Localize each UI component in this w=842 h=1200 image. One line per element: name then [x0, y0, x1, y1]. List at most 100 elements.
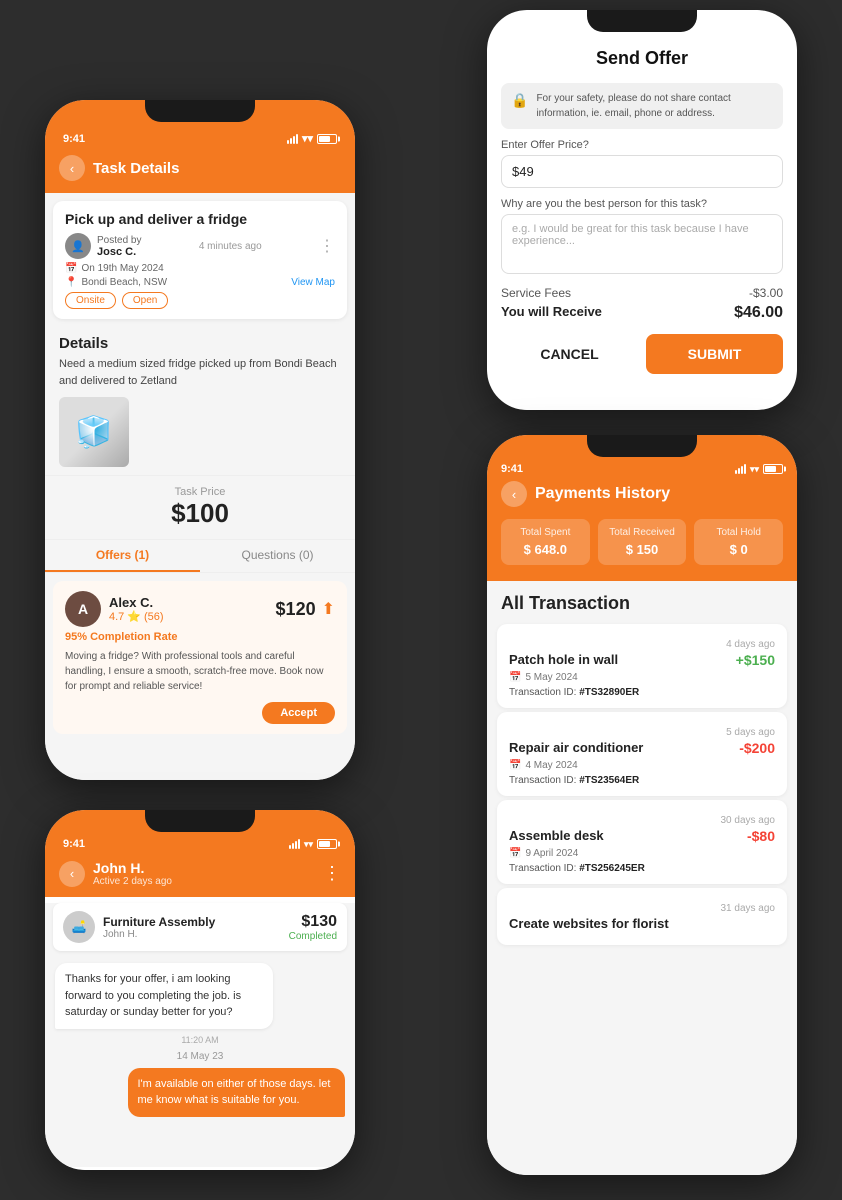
- battery-icon: [317, 134, 337, 144]
- you-receive-value: $46.00: [734, 304, 783, 322]
- notch: [587, 435, 697, 457]
- total-spent-value: $ 648.0: [511, 542, 580, 557]
- payments-title: Payments History: [535, 485, 670, 503]
- stat-total-hold: Total Hold $ 0: [694, 519, 783, 565]
- submit-button[interactable]: SUBMIT: [646, 334, 783, 374]
- calendar-icon: 📅: [509, 672, 521, 683]
- chat-user-status: Active 2 days ago: [93, 876, 315, 887]
- txn-title: Patch hole in wall: [509, 652, 618, 667]
- completion-label: Completion Rate: [90, 631, 177, 643]
- price-label: Task Price: [55, 486, 345, 498]
- signal-icon: [735, 464, 746, 474]
- total-hold-value: $ 0: [704, 542, 773, 557]
- you-receive-label: You will Receive: [501, 304, 602, 322]
- task-time-ago: 4 minutes ago: [199, 241, 262, 252]
- txn-id-value: #TS32890ER: [579, 687, 639, 698]
- up-arrow-icon[interactable]: ⬆: [322, 599, 335, 619]
- calendar-icon: 📅: [509, 760, 521, 771]
- tab-questions[interactable]: Questions (0): [200, 540, 355, 572]
- signal-icon: [287, 134, 298, 144]
- back-button[interactable]: ‹: [501, 481, 527, 507]
- stat-total-spent: Total Spent $ 648.0: [501, 519, 590, 565]
- wifi-icon: ▾▾: [304, 839, 313, 850]
- phone-chat: 9:41 ▾▾ ‹ John H. Active 2 days ago ⋮: [45, 810, 355, 1170]
- service-fees-row: Service Fees -$3.00: [487, 284, 797, 302]
- txn-id-value: #TS256245ER: [579, 863, 645, 874]
- service-fees-label: Service Fees: [501, 286, 571, 300]
- txn-id: Transaction ID: #TS32890ER: [509, 687, 775, 698]
- price-section: Task Price $100: [45, 475, 355, 539]
- transaction-card: 31 days ago Create websites for florist: [497, 888, 787, 945]
- chat-task-avatar: 🛋️: [63, 911, 95, 943]
- more-icon[interactable]: ⋮: [319, 236, 335, 256]
- posted-by-label: Posted by: [97, 235, 141, 246]
- txn-days-ago: 4 days ago: [726, 639, 775, 650]
- status-time: 9:41: [501, 463, 523, 475]
- chat-task-card: 🛋️ Furniture Assembly John H. $130 Compl…: [53, 903, 347, 951]
- chat-message-sent: I'm available on either of those days. l…: [128, 1068, 346, 1117]
- location-icon: 📍: [65, 277, 77, 288]
- send-offer-title: Send Offer: [487, 34, 797, 83]
- you-receive-row: You will Receive $46.00: [487, 302, 797, 324]
- desc-textarea[interactable]: e.g. I would be great for this task beca…: [501, 214, 783, 274]
- notch: [145, 100, 255, 122]
- txn-amount: -$200: [739, 740, 775, 756]
- battery-icon: [763, 464, 783, 474]
- shield-icon: 🔒: [511, 92, 528, 109]
- cancel-button[interactable]: CANCEL: [501, 334, 638, 374]
- poster-avatar: 👤: [65, 233, 91, 259]
- poster-name: Josc C.: [97, 246, 141, 258]
- accept-button[interactable]: Accept: [262, 702, 335, 724]
- battery-icon: [317, 839, 337, 849]
- chat-task-status: Completed: [289, 931, 337, 942]
- chat-message-received: Thanks for your offer, i am looking forw…: [55, 963, 273, 1029]
- task-image: 🧊: [59, 397, 129, 467]
- status-time: 9:41: [63, 133, 85, 145]
- fridge-icon: 🧊: [75, 415, 112, 450]
- chat-user-info: John H. Active 2 days ago: [93, 860, 315, 887]
- task-title: Pick up and deliver a fridge: [65, 211, 335, 227]
- txn-amount: +$150: [736, 652, 775, 668]
- price-value: $100: [55, 498, 345, 529]
- status-icons: ▾▾: [287, 132, 337, 145]
- transaction-card: 4 days ago Patch hole in wall +$150 📅 5 …: [497, 624, 787, 708]
- all-transactions-title: All Transaction: [487, 581, 797, 620]
- phone-task-details: 9:41 ▾▾ ‹ Task Details Pick up and deliv…: [45, 100, 355, 780]
- txn-title: Create websites for florist: [509, 916, 669, 931]
- notch: [145, 810, 255, 832]
- header-title: Task Details: [93, 160, 341, 177]
- back-button[interactable]: ‹: [59, 861, 85, 887]
- txn-id: Transaction ID: #TS256245ER: [509, 863, 775, 874]
- txn-days-ago: 5 days ago: [726, 727, 775, 738]
- total-received-label: Total Received: [608, 527, 677, 538]
- tag-open: Open: [122, 292, 168, 309]
- txn-title: Assemble desk: [509, 828, 604, 843]
- txn-id-value: #TS23564ER: [579, 775, 639, 786]
- tag-onsite: Onsite: [65, 292, 116, 309]
- offer-name: Alex C.: [109, 595, 164, 610]
- task-date: On 19th May 2024: [81, 263, 163, 274]
- review-count: (56): [144, 611, 164, 623]
- chat-messages: Thanks for your offer, i am looking forw…: [45, 957, 355, 1129]
- price-input[interactable]: $49: [501, 155, 783, 188]
- phone-payments: 9:41 ▾▾ ‹ Payments History Total Spent $…: [487, 435, 797, 1175]
- rating-value: 4.7: [109, 611, 124, 623]
- safety-notice: 🔒 For your safety, please do not share c…: [501, 83, 783, 129]
- txn-date: 9 April 2024: [525, 848, 578, 859]
- txn-amount: -$80: [747, 828, 775, 844]
- more-icon[interactable]: ⋮: [323, 863, 341, 884]
- view-map-link[interactable]: View Map: [291, 277, 335, 288]
- payments-content: All Transaction 4 days ago Patch hole in…: [487, 581, 797, 1175]
- total-received-value: $ 150: [608, 542, 677, 557]
- txn-date: 5 May 2024: [525, 672, 577, 683]
- calendar-icon: 📅: [509, 848, 521, 859]
- offer-rating: 4.7 ⭐ (56): [109, 610, 164, 623]
- chat-user-name: John H.: [93, 860, 315, 876]
- txn-days-ago: 30 days ago: [721, 815, 776, 826]
- total-spent-label: Total Spent: [511, 527, 580, 538]
- tab-offers[interactable]: Offers (1): [45, 540, 200, 572]
- date-divider: 14 May 23: [55, 1051, 345, 1062]
- back-button[interactable]: ‹: [59, 155, 85, 181]
- txn-date: 4 May 2024: [525, 760, 577, 771]
- chat-task-user: John H.: [103, 929, 281, 940]
